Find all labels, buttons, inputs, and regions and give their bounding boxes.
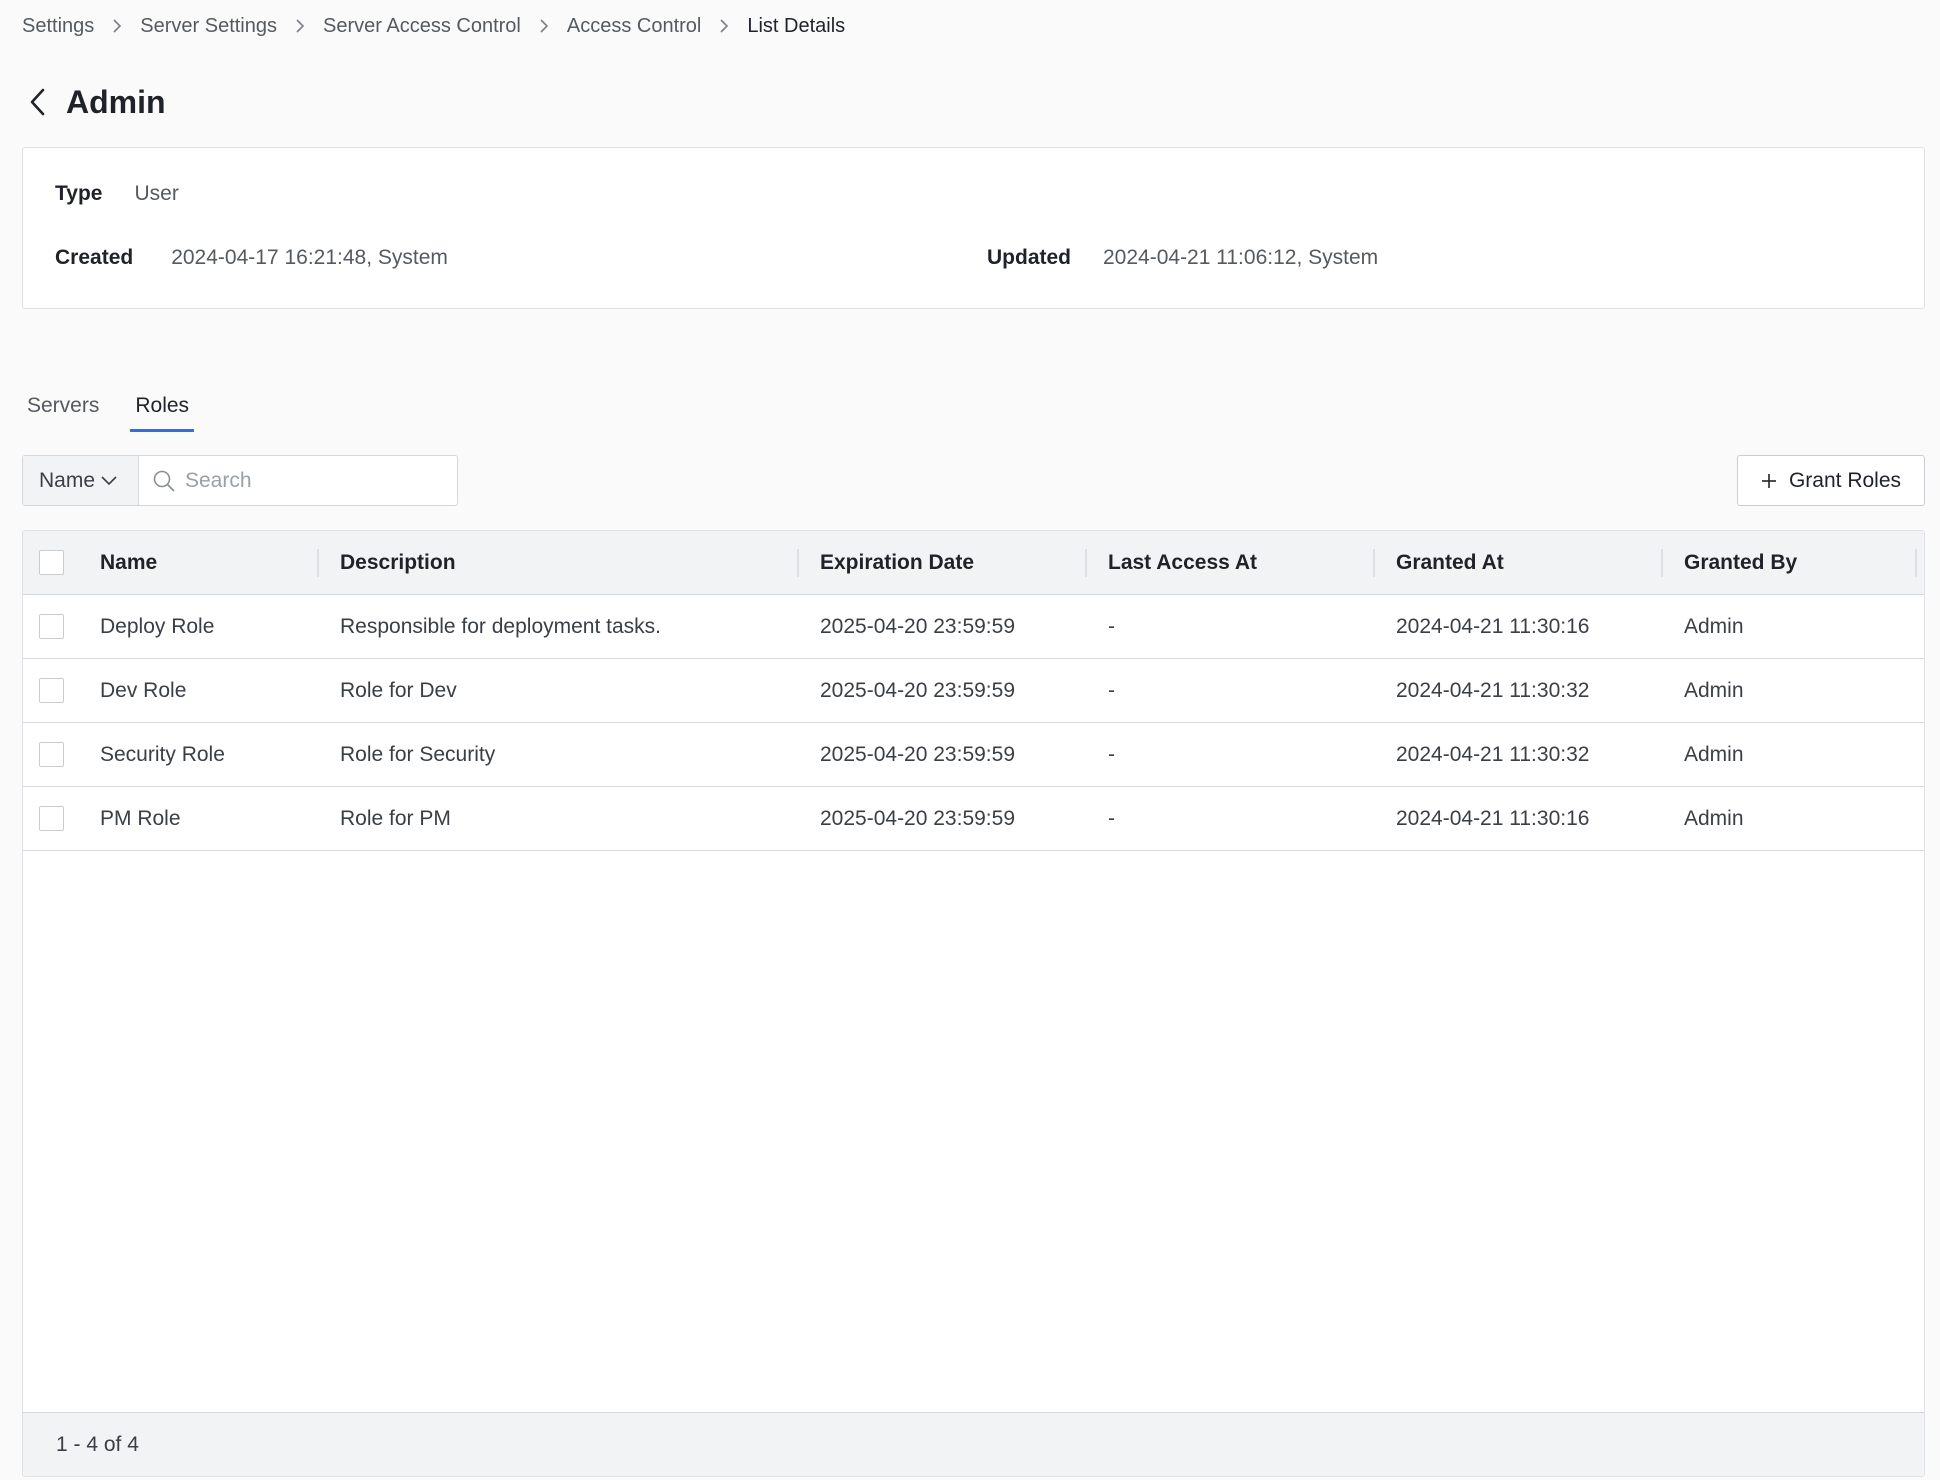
breadcrumb: Settings Server Settings Server Access C… xyxy=(22,12,845,40)
cell-granted-at: 2024-04-21 11:30:32 xyxy=(1396,742,1590,766)
filter-field-select[interactable]: Name xyxy=(23,456,139,505)
cell-expiration-date: 2025-04-20 23:59:59 xyxy=(820,678,1015,702)
filter-field-label: Name xyxy=(39,468,96,492)
type-value: User xyxy=(134,182,179,205)
column-header-name[interactable]: Name xyxy=(100,531,157,595)
chevron-right-icon xyxy=(539,19,549,33)
cell-granted-at: 2024-04-21 11:30:16 xyxy=(1396,614,1590,638)
breadcrumb-current: List Details xyxy=(747,14,846,37)
grant-roles-button[interactable]: Grant Roles xyxy=(1737,455,1925,506)
breadcrumb-item-settings[interactable]: Settings xyxy=(22,15,94,38)
column-divider[interactable] xyxy=(1661,549,1663,577)
search-box xyxy=(139,456,457,505)
grant-roles-label: Grant Roles xyxy=(1788,468,1902,492)
page-title: Admin xyxy=(66,83,166,120)
back-arrow-icon[interactable] xyxy=(22,87,52,117)
row-checkbox[interactable] xyxy=(39,742,64,767)
roles-table: Name Description Expiration Date Last Ac… xyxy=(22,530,1925,1477)
cell-last-access-at: - xyxy=(1108,678,1115,702)
column-header-description[interactable]: Description xyxy=(340,531,456,595)
search-input[interactable] xyxy=(185,468,425,493)
row-checkbox[interactable] xyxy=(39,806,64,831)
info-card: Type User Created 2024-04-17 16:21:48, S… xyxy=(22,147,1925,309)
info-updated: Updated 2024-04-21 11:06:12, System xyxy=(987,246,1378,270)
cell-granted-by: Admin xyxy=(1684,806,1744,830)
created-label: Created xyxy=(55,246,134,269)
cell-granted-by: Admin xyxy=(1684,678,1744,702)
plus-icon xyxy=(1761,473,1777,489)
cell-description: Role for Dev xyxy=(340,678,457,702)
cell-last-access-at: - xyxy=(1108,614,1115,638)
cell-name: Security Role xyxy=(100,742,225,766)
column-header-granted-by[interactable]: Granted By xyxy=(1684,531,1797,595)
cell-granted-at: 2024-04-21 11:30:16 xyxy=(1396,806,1590,830)
cell-granted-at: 2024-04-21 11:30:32 xyxy=(1396,678,1590,702)
table-footer: 1 - 4 of 4 xyxy=(23,1412,1924,1476)
cell-description: Responsible for deployment tasks. xyxy=(340,614,661,638)
row-checkbox[interactable] xyxy=(39,678,64,703)
tabs: Servers Roles xyxy=(22,390,220,432)
title-row: Admin xyxy=(22,80,166,124)
chevron-right-icon xyxy=(719,19,729,33)
info-created: Created 2024-04-17 16:21:48, System xyxy=(55,246,448,270)
select-all-checkbox[interactable] xyxy=(39,550,64,575)
breadcrumb-item-access-control[interactable]: Access Control xyxy=(567,15,702,38)
table-row[interactable]: Security Role Role for Security 2025-04-… xyxy=(23,723,1924,787)
column-header-expiration-date[interactable]: Expiration Date xyxy=(820,531,974,595)
cell-granted-by: Admin xyxy=(1684,614,1744,638)
cell-name: Deploy Role xyxy=(100,614,215,638)
cell-description: Role for PM xyxy=(340,806,451,830)
type-label: Type xyxy=(55,182,103,205)
chevron-down-icon xyxy=(101,475,117,486)
breadcrumb-item-server-access-control[interactable]: Server Access Control xyxy=(323,15,521,38)
search-icon xyxy=(153,470,175,492)
cell-last-access-at: - xyxy=(1108,742,1115,766)
table-header: Name Description Expiration Date Last Ac… xyxy=(23,531,1924,595)
column-divider[interactable] xyxy=(317,549,319,577)
table-row[interactable]: Dev Role Role for Dev 2025-04-20 23:59:5… xyxy=(23,659,1924,723)
tab-servers[interactable]: Servers xyxy=(22,390,104,432)
updated-value: 2024-04-21 11:06:12, System xyxy=(1103,246,1379,269)
chevron-right-icon xyxy=(112,19,122,33)
cell-expiration-date: 2025-04-20 23:59:59 xyxy=(820,742,1015,766)
cell-name: PM Role xyxy=(100,806,181,830)
column-header-granted-at[interactable]: Granted At xyxy=(1396,531,1504,595)
column-divider[interactable] xyxy=(1085,549,1087,577)
breadcrumb-item-server-settings[interactable]: Server Settings xyxy=(140,15,277,38)
filter-group: Name xyxy=(22,455,458,506)
tab-roles[interactable]: Roles xyxy=(130,390,194,432)
chevron-right-icon xyxy=(295,19,305,33)
cell-granted-by: Admin xyxy=(1684,742,1744,766)
cell-name: Dev Role xyxy=(100,678,187,702)
pagination-summary: 1 - 4 of 4 xyxy=(56,1432,139,1456)
table-row[interactable]: Deploy Role Responsible for deployment t… xyxy=(23,595,1924,659)
cell-last-access-at: - xyxy=(1108,806,1115,830)
column-divider[interactable] xyxy=(797,549,799,577)
info-type: Type User xyxy=(55,182,179,206)
column-divider[interactable] xyxy=(1915,549,1917,577)
cell-expiration-date: 2025-04-20 23:59:59 xyxy=(820,806,1015,830)
updated-label: Updated xyxy=(987,246,1071,269)
table-row[interactable]: PM Role Role for PM 2025-04-20 23:59:59 … xyxy=(23,787,1924,851)
column-divider[interactable] xyxy=(1373,549,1375,577)
cell-expiration-date: 2025-04-20 23:59:59 xyxy=(820,614,1015,638)
row-checkbox[interactable] xyxy=(39,614,64,639)
cell-description: Role for Security xyxy=(340,742,496,766)
column-header-last-access-at[interactable]: Last Access At xyxy=(1108,531,1257,595)
created-value: 2024-04-17 16:21:48, System xyxy=(171,246,448,269)
